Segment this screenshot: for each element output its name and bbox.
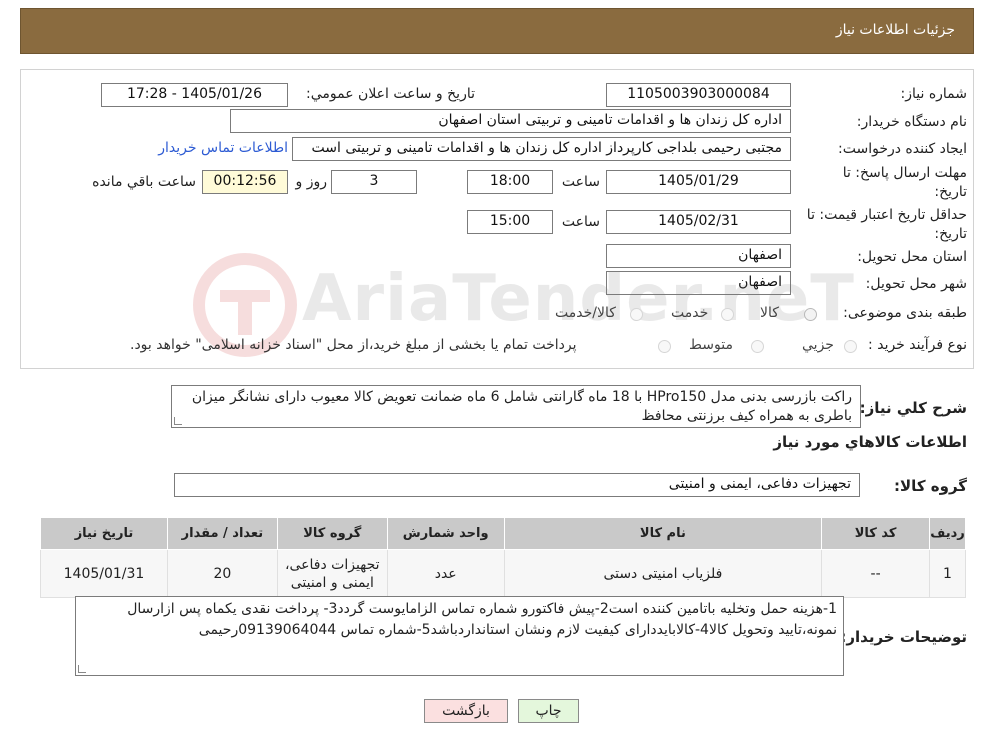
purchase-radio-minor[interactable] (844, 340, 857, 353)
category-radio-goods-service[interactable] (630, 308, 643, 321)
deadline-label-2: تاریخ: (934, 184, 967, 200)
city-label: شهر محل تحویل: (865, 276, 967, 292)
purchase-type-label: نوع فرآیند خرید : (868, 337, 967, 353)
cell-item-code: -- (821, 549, 931, 598)
purchase-note: پرداخت تمام یا بخشی از مبلغ خرید،از محل … (130, 337, 577, 353)
purchase-radio-medium[interactable] (751, 340, 764, 353)
col-quantity: تعداد / مقدار (166, 517, 278, 550)
validity-label: حداقل تاریخ اعتبار قیمت: تا (806, 207, 967, 223)
cell-item-name: فلزیاب امنیتی دستی (503, 549, 823, 598)
watermark-text: AriaTender.neT (302, 262, 855, 336)
category-radio-service[interactable] (721, 308, 734, 321)
page-title: جزئیات اطلاعات نیاز (835, 22, 955, 38)
buyer-notes-label: توضيحات خريدار: (840, 628, 967, 646)
purchase-option-medium: متوسط (689, 337, 733, 353)
creator-field: مجتبی رحیمی بلداجی کارپرداز اداره کل زند… (292, 137, 791, 161)
need-number-label: شماره نیاز: (900, 86, 968, 102)
cell-item-group: تجهیزات دفاعی، ایمنی و امنیتی (276, 549, 388, 598)
creator-label: ایجاد کننده درخواست: (838, 141, 967, 157)
resize-grip-icon[interactable] (78, 665, 86, 673)
col-item-code: کد کالا (821, 517, 931, 550)
buyer-contact-link[interactable]: اطلاعات تماس خریدار (158, 140, 288, 156)
goods-group-field: تجهیزات دفاعی، ایمنی و امنیتی (174, 473, 860, 497)
print-button[interactable]: چاپ (518, 699, 579, 723)
goods-table: رديف کد کالا نام کالا واحد شمارش گروه کا… (40, 517, 966, 598)
back-button[interactable]: بازگشت (424, 699, 508, 723)
buyer-notes-text: 1-هزینه حمل وتخلیه باتامین کننده است2-پی… (127, 601, 837, 638)
category-option-goods: کالا (760, 305, 779, 321)
category-radio-goods[interactable] (804, 308, 817, 321)
cell-row-number: 1 (929, 549, 966, 598)
remaining-time-field: 00:12:56 (202, 170, 288, 194)
validity-time-field: 15:00 (467, 210, 553, 234)
description-text: راکت بازرسی بدنی مدل HPro150 با 18 ماه گ… (191, 389, 852, 424)
category-option-service: خدمت (671, 305, 709, 321)
announce-label: تاریخ و ساعت اعلان عمومي: (306, 86, 475, 102)
col-unit: واحد شمارش (386, 517, 505, 550)
deadline-time-label: ساعت (561, 174, 600, 190)
buyer-org-label: نام دستگاه خریدار: (856, 114, 967, 130)
days-label: روز و (295, 174, 328, 190)
table-row: 1 -- فلزیاب امنیتی دستی عدد تجهیزات دفاع… (40, 549, 966, 598)
resize-grip-icon[interactable] (174, 417, 182, 425)
buyer-notes-textarea[interactable]: 1-هزینه حمل وتخلیه باتامین کننده است2-پی… (75, 596, 844, 676)
deadline-time-field: 18:00 (467, 170, 553, 194)
cell-unit: عدد (386, 549, 505, 598)
validity-date-field: 1405/02/31 (606, 210, 791, 234)
cell-quantity: 20 (166, 549, 278, 598)
page-header: جزئیات اطلاعات نیاز (20, 8, 974, 54)
validity-time-label: ساعت (561, 214, 600, 230)
remaining-label: ساعت باقي مانده (92, 174, 196, 190)
col-item-name: نام کالا (503, 517, 823, 550)
description-textarea[interactable]: راکت بازرسی بدنی مدل HPro150 با 18 ماه گ… (171, 385, 861, 428)
category-label: طبقه بندی موضوعی: (843, 305, 967, 321)
goods-group-label: گروه کالا: (894, 477, 967, 495)
treasury-checkbox[interactable] (658, 340, 671, 353)
col-row-number: رديف (929, 517, 966, 550)
province-label: استان محل تحویل: (857, 249, 967, 265)
deadline-label: مهلت ارسال پاسخ: تا (842, 165, 967, 181)
col-item-group: گروه کالا (276, 517, 388, 550)
announce-datetime-field: 1405/01/26 - 17:28 (101, 83, 288, 107)
category-option-goods-service: کالا/خدمت (555, 305, 616, 321)
validity-label-2: تاریخ: (934, 226, 967, 242)
deadline-date-field: 1405/01/29 (606, 170, 791, 194)
cell-need-date: 1405/01/31 (40, 549, 168, 598)
description-label: شرح کلي نياز: (859, 399, 967, 417)
col-need-date: تاريخ نياز (40, 517, 168, 550)
need-number-field: 1105003903000084 (606, 83, 791, 107)
table-header-row: رديف کد کالا نام کالا واحد شمارش گروه کا… (40, 517, 966, 550)
buyer-org-field: اداره کل زندان ها و اقدامات تامینی و ترب… (230, 109, 791, 133)
days-field: 3 (331, 170, 417, 194)
purchase-option-minor: جزيي (802, 337, 834, 353)
goods-section-title: اطلاعات کالاهاي مورد نياز (773, 433, 967, 451)
